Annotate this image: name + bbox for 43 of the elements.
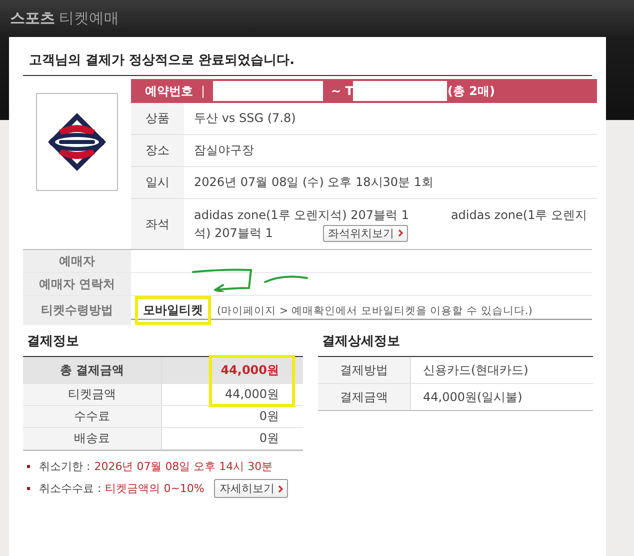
detail-label: 일시	[131, 167, 184, 198]
detail-value: 2026년 07월 08일 (수) 오후 18시30분 1회	[193, 174, 435, 191]
brand-title: 스포츠	[10, 9, 55, 28]
payment-amount: 0원	[258, 408, 280, 425]
booker-label: 예매자 연락처	[23, 273, 131, 295]
detail-value: 두산 vs SSG (7.8)	[193, 110, 297, 127]
chevron-icon	[398, 229, 403, 237]
note-value: 2026년 07월 08일 오후 14시 30분	[94, 459, 273, 474]
detail-label: 좌석	[131, 199, 184, 249]
payment-value: 신용카드(현대카드)	[422, 362, 530, 378]
reservation-label: 예약번호	[145, 82, 193, 100]
bullet-icon	[27, 465, 30, 468]
payment-amount: 44,000원	[220, 362, 280, 378]
payment-amount: 0원	[258, 430, 280, 447]
note-value: 티켓금액의 0~10%	[105, 481, 204, 496]
detail-label: 상품	[131, 103, 184, 134]
note-label: 취소기한 :	[39, 459, 90, 474]
seat-text: 석) 207블럭 1	[194, 225, 273, 242]
booker-label: 예매자	[23, 250, 131, 272]
payment-label: 수수료	[23, 406, 162, 427]
payment-label: 배송료	[23, 428, 162, 449]
payment-value: 44,000원(일시불)	[422, 388, 524, 406]
divider-mark: |	[201, 84, 206, 98]
ticket-count: (총 2매)	[447, 82, 495, 100]
payment-label: 티켓금액	[23, 384, 162, 405]
note-label: 취소수수료 :	[39, 481, 102, 496]
chevron-icon	[278, 484, 284, 492]
seat-text: adidas zone(1루 오렌지	[450, 207, 588, 224]
ticket-note: (마이페이지 > 예매확인에서 모바일티켓을 이용할 수 있습니다.)	[217, 304, 532, 318]
details-button[interactable]: 자세히보기	[214, 479, 288, 498]
ticket-method: 모바일티켓	[135, 296, 211, 325]
bullet-icon	[27, 487, 30, 490]
payment-label: 결제방법	[318, 357, 411, 383]
page-title: 티켓예매	[59, 9, 119, 28]
payment-label: 결제금액	[318, 384, 411, 410]
seat-map-button[interactable]: 좌석위치보기	[322, 224, 408, 242]
booker-label: 티켓수령방법	[23, 296, 131, 325]
detail-label: 장소	[131, 135, 184, 166]
seat-text: adidas zone(1루 오렌지석) 207블럭 1	[194, 207, 409, 224]
detail-value: 잠실야구장	[193, 142, 255, 159]
completion-message: 고객님의 결제가 정상적으로 완료되었습니다.	[23, 49, 592, 76]
reservation-range: ~ T	[331, 84, 354, 98]
payment-amount: 44,000원	[224, 386, 280, 403]
